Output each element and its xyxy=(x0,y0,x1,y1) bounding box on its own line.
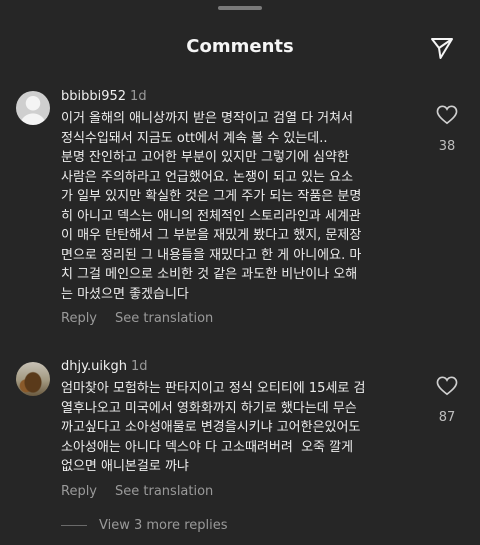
comment-meta: dhjy.uikgh 1d xyxy=(61,359,147,374)
comment-text: 엄마찾아 모험하는 판타지이고 정식 오티티에 15세로 검 열후나오고 미국에… xyxy=(61,381,366,474)
avatar[interactable] xyxy=(16,91,50,125)
view-more-replies-button[interactable]: View 3 more replies xyxy=(61,518,228,533)
see-translation-button[interactable]: See translation xyxy=(115,484,213,499)
timestamp: 1d xyxy=(130,89,147,104)
comments-sheet: Comments bbibbi952 1d 이거 올해의 애니상까지 받은 명작이… xyxy=(0,0,480,545)
paper-plane-icon[interactable] xyxy=(428,34,456,62)
avatar[interactable] xyxy=(16,362,50,396)
reply-thread-line xyxy=(61,525,87,526)
timestamp: 1d xyxy=(130,359,148,374)
comment-text: 이거 올해의 애니상까지 받은 명작이고 검열 다 거쳐서 정식수입돼서 지금도… xyxy=(61,111,362,302)
like-count: 38 xyxy=(438,139,456,154)
view-more-replies-label: View 3 more replies xyxy=(99,518,228,533)
comment-actions: Reply See translation xyxy=(61,484,231,499)
header: Comments xyxy=(0,26,480,70)
comment-actions: Reply See translation xyxy=(61,311,231,326)
reply-button[interactable]: Reply xyxy=(61,484,97,499)
heart-icon[interactable] xyxy=(436,105,458,125)
like-control: 87 xyxy=(432,376,462,425)
comment-meta: bbibbi952 1d xyxy=(61,89,147,104)
like-control: 38 xyxy=(432,105,462,154)
like-count: 87 xyxy=(438,410,456,425)
drag-handle[interactable] xyxy=(218,6,262,10)
reply-button[interactable]: Reply xyxy=(61,311,97,326)
username[interactable]: bbibbi952 xyxy=(61,89,126,104)
header-title: Comments xyxy=(186,36,294,57)
username[interactable]: dhjy.uikgh xyxy=(61,359,127,374)
see-translation-button[interactable]: See translation xyxy=(115,311,213,326)
heart-icon[interactable] xyxy=(436,376,458,396)
